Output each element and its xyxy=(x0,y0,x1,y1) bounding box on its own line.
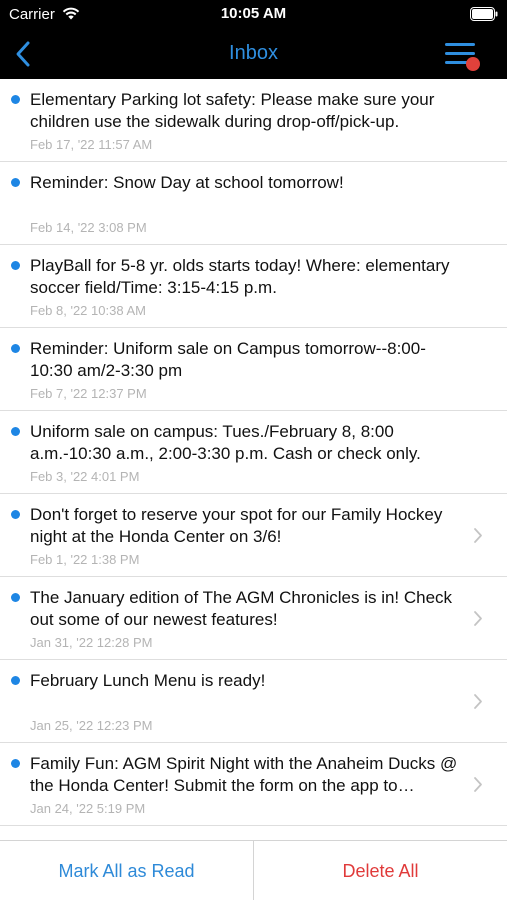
message-row[interactable]: The January edition of The AGM Chronicle… xyxy=(0,577,507,660)
message-date: Jan 25, '22 12:23 PM xyxy=(30,718,153,733)
unread-dot-icon xyxy=(11,427,20,436)
chevron-right-icon xyxy=(474,777,482,792)
message-date: Feb 17, '22 11:57 AM xyxy=(30,137,153,152)
chevron-right-icon xyxy=(474,694,482,709)
notification-badge xyxy=(466,57,480,71)
bottom-action-bar: Mark All as Read Delete All xyxy=(0,840,507,900)
unread-dot-icon xyxy=(11,676,20,685)
message-date: Feb 3, '22 4:01 PM xyxy=(30,469,140,484)
unread-dot-icon xyxy=(11,344,20,353)
message-text: PlayBall for 5-8 yr. olds starts today! … xyxy=(30,256,450,297)
message-text: February Lunch Menu is ready! xyxy=(30,671,266,690)
message-row[interactable]: Reminder: Uniform sale on Campus tomorro… xyxy=(0,328,507,411)
message-date: Feb 1, '22 1:38 PM xyxy=(30,552,140,567)
unread-dot-icon xyxy=(11,510,20,519)
message-text: Elementary Parking lot safety: Please ma… xyxy=(30,90,435,131)
inbox-list[interactable]: Elementary Parking lot safety: Please ma… xyxy=(0,79,507,840)
message-row[interactable]: Don't forget to reserve your spot for ou… xyxy=(0,494,507,577)
mark-all-read-button[interactable]: Mark All as Read xyxy=(0,841,253,900)
navigation-bar: Inbox xyxy=(0,30,507,79)
chevron-right-icon xyxy=(474,611,482,626)
message-row[interactable]: Uniform sale on campus: Tues./February 8… xyxy=(0,411,507,494)
message-date: Feb 8, '22 10:38 AM xyxy=(30,303,146,318)
message-text: The January edition of The AGM Chronicle… xyxy=(30,588,453,629)
message-text: Uniform sale on campus: Tues./February 8… xyxy=(30,422,421,463)
message-date: Feb 14, '22 3:08 PM xyxy=(30,220,147,235)
message-row[interactable]: Family Fun: AGM Spirit Night with the An… xyxy=(0,743,507,826)
message-date: Jan 24, '22 5:19 PM xyxy=(30,801,146,816)
unread-dot-icon xyxy=(11,261,20,270)
page-title: Inbox xyxy=(229,42,278,64)
status-bar: Carrier 10:05 AM xyxy=(0,0,507,30)
message-date: Feb 7, '22 12:37 PM xyxy=(30,386,147,401)
hamburger-menu-icon[interactable] xyxy=(443,40,483,72)
message-date: Jan 31, '22 12:28 PM xyxy=(30,635,153,650)
unread-dot-icon xyxy=(11,593,20,602)
message-row[interactable]: Reminder: Snow Day at school tomorrow! Fe… xyxy=(0,162,507,245)
message-row[interactable]: PlayBall for 5-8 yr. olds starts today! … xyxy=(0,245,507,328)
status-time: 10:05 AM xyxy=(220,5,287,22)
delete-all-button[interactable]: Delete All xyxy=(254,841,507,900)
message-row[interactable]: February Lunch Menu is ready! Jan 25, '22… xyxy=(0,660,507,743)
unread-dot-icon xyxy=(11,178,20,187)
unread-dot-icon xyxy=(11,95,20,104)
battery-icon xyxy=(470,7,498,21)
message-text: Don't forget to reserve your spot for ou… xyxy=(30,505,443,546)
chevron-right-icon xyxy=(474,528,482,543)
unread-dot-icon xyxy=(11,759,20,768)
message-text: Family Fun: AGM Spirit Night with the An… xyxy=(30,754,458,795)
message-text: Reminder: Uniform sale on Campus tomorro… xyxy=(30,339,426,380)
message-row[interactable]: Elementary Parking lot safety: Please ma… xyxy=(0,79,507,162)
message-text: Reminder: Snow Day at school tomorrow! xyxy=(30,173,344,192)
